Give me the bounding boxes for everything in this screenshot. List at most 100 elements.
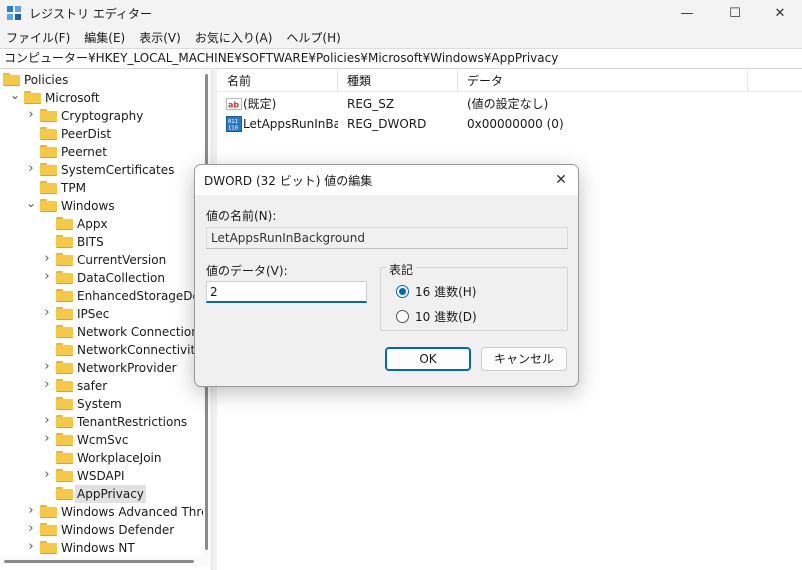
column-name[interactable]: 名前 [218,70,338,92]
tree-item-label: Appx [77,217,108,231]
chevron-right-icon[interactable]: › [42,378,52,391]
chevron-right-icon[interactable]: › [26,108,36,121]
tree-item-label: WSDAPI [77,469,125,483]
tree-item-label: TenantRestrictions [77,415,188,429]
registry-key-tree[interactable]: Policies ⌄ Microsoft › Cryptography PeerDist P… [0,70,203,556]
menu-favorites[interactable]: お気に入り(A) [195,29,273,46]
tree-item[interactable]: BITS [0,233,203,251]
chevron-right-icon[interactable]: › [42,252,52,265]
list-item[interactable]: ab (既定) REG_SZ (値の設定なし) [218,94,802,114]
tree-item[interactable]: › TenantRestrictions [0,413,203,431]
tree-horizontal-scrollbar[interactable] [0,556,211,566]
radio-hexadecimal[interactable]: 16 進数(H) [396,283,476,300]
chevron-right-icon[interactable]: › [42,414,52,427]
tree-item[interactable]: NetworkConnectivityStatusIndicator [0,341,203,359]
address-bar[interactable]: コンピューター¥HKEY_LOCAL_MACHINE¥SOFTWARE¥Poli… [0,48,802,69]
menu-view[interactable]: 表示(V) [139,29,181,46]
tree-item[interactable]: › WcmSvc [0,431,203,449]
chevron-right-icon[interactable]: › [42,306,52,319]
tree-item[interactable]: › safer [0,377,203,395]
radio-selected-indicator[interactable] [396,285,409,298]
radio-unselected-indicator[interactable] [396,310,409,323]
tree-item-label: CurrentVersion [77,253,167,267]
svg-text:110: 110 [228,126,238,132]
tree-item-label: BITS [77,235,104,249]
tree-item[interactable]: › Cryptography [0,107,203,125]
chevron-right-icon[interactable]: › [26,162,36,175]
menu-file[interactable]: ファイル(F) [6,29,70,46]
tree-item[interactable]: › CurrentVersion [0,251,203,269]
chevron-right-icon[interactable]: › [26,522,36,535]
column-type[interactable]: 種類 [338,70,458,92]
radio-decimal[interactable]: 10 進数(D) [396,308,477,325]
chevron-down-icon[interactable]: ⌄ [10,89,20,101]
tree-item[interactable]: Policies [0,71,203,89]
chevron-down-icon[interactable]: ⌄ [26,197,36,209]
binary-value-icon: 011 110 [226,116,242,132]
minimize-button[interactable]: — [664,0,710,26]
tree-item[interactable]: › Windows Defender [0,521,203,539]
tree-item[interactable]: › NetworkProvider [0,359,203,377]
tree-item[interactable]: ⌄ Windows [0,197,203,215]
menu-help[interactable]: ヘルプ(H) [286,29,340,46]
tree-item-label: SystemCertificates [61,163,175,177]
tree-item[interactable]: PeerDist [0,125,203,143]
tree-hscroll-thumb[interactable] [4,560,194,563]
tree-item[interactable]: ⌄ Microsoft [0,89,203,107]
tree-item[interactable]: › SystemCertificates [0,161,203,179]
chevron-right-icon[interactable]: › [26,540,36,553]
string-value-icon: ab [226,98,242,110]
chevron-right-icon[interactable]: › [42,432,52,445]
tree-item[interactable]: › Windows Advanced Threat Protection [0,503,203,521]
close-button[interactable]: ✕ [757,0,802,26]
tree-item-label: NetworkConnectivityStatusIndicator [77,343,203,357]
title-bar: レジストリ エディター — ☐ ✕ [0,0,802,26]
folder-icon [56,253,73,266]
tree-item-label: Peernet [61,145,107,159]
tree-item[interactable]: EnhancedStorageDevices [0,287,203,305]
svg-text:ab: ab [228,101,239,110]
folder-icon [56,469,73,482]
close-icon: ✕ [774,5,786,21]
value-data-input[interactable] [206,281,367,303]
dialog-close-button[interactable]: ✕ [550,169,572,191]
tree-item-label: Microsoft [45,91,100,105]
tree-item[interactable]: AppPrivacy [0,485,203,503]
folder-icon [40,523,57,536]
value-name: LetAppsRunInBa... [243,117,338,131]
ok-button[interactable]: OK [385,347,471,371]
tree-item[interactable]: TPM [0,179,203,197]
tree-item[interactable]: › IPSec [0,305,203,323]
tree-item[interactable]: Appx [0,215,203,233]
menu-bar: ファイル(F) 編集(E) 表示(V) お気に入り(A) ヘルプ(H) [0,26,802,48]
maximize-icon: ☐ [729,5,741,21]
maximize-button[interactable]: ☐ [712,0,758,26]
tree-item-label: Network Connections [77,325,203,339]
tree-item[interactable]: Network Connections [0,323,203,341]
folder-icon [3,73,20,86]
column-data[interactable]: データ [458,70,748,92]
menu-edit[interactable]: 編集(E) [84,29,125,46]
value-type: REG_DWORD [347,117,427,131]
chevron-right-icon[interactable]: › [42,360,52,373]
tree-item[interactable]: WorkplaceJoin [0,449,203,467]
close-icon: ✕ [555,172,567,188]
tree-item[interactable]: System [0,395,203,413]
tree-item[interactable]: Peernet [0,143,203,161]
folder-icon [56,379,73,392]
minimize-icon: — [680,5,694,21]
folder-icon [56,307,73,320]
chevron-right-icon[interactable]: › [42,468,52,481]
tree-item-label: safer [77,379,108,393]
tree-item[interactable]: › DataCollection [0,269,203,287]
tree-item[interactable]: › WSDAPI [0,467,203,485]
tree-item[interactable]: › Windows NT [0,539,203,556]
list-item[interactable]: 011 110 LetAppsRunInBa... REG_DWORD 0x00… [218,114,802,134]
chevron-right-icon[interactable]: › [26,504,36,517]
folder-icon [40,163,57,176]
cancel-button[interactable]: キャンセル [481,347,567,371]
chevron-right-icon[interactable]: › [42,270,52,283]
folder-icon [56,415,73,428]
dialog-title-bar: DWORD (32 ビット) 値の編集 ✕ [195,165,578,195]
tree-item-label: System [77,397,122,411]
